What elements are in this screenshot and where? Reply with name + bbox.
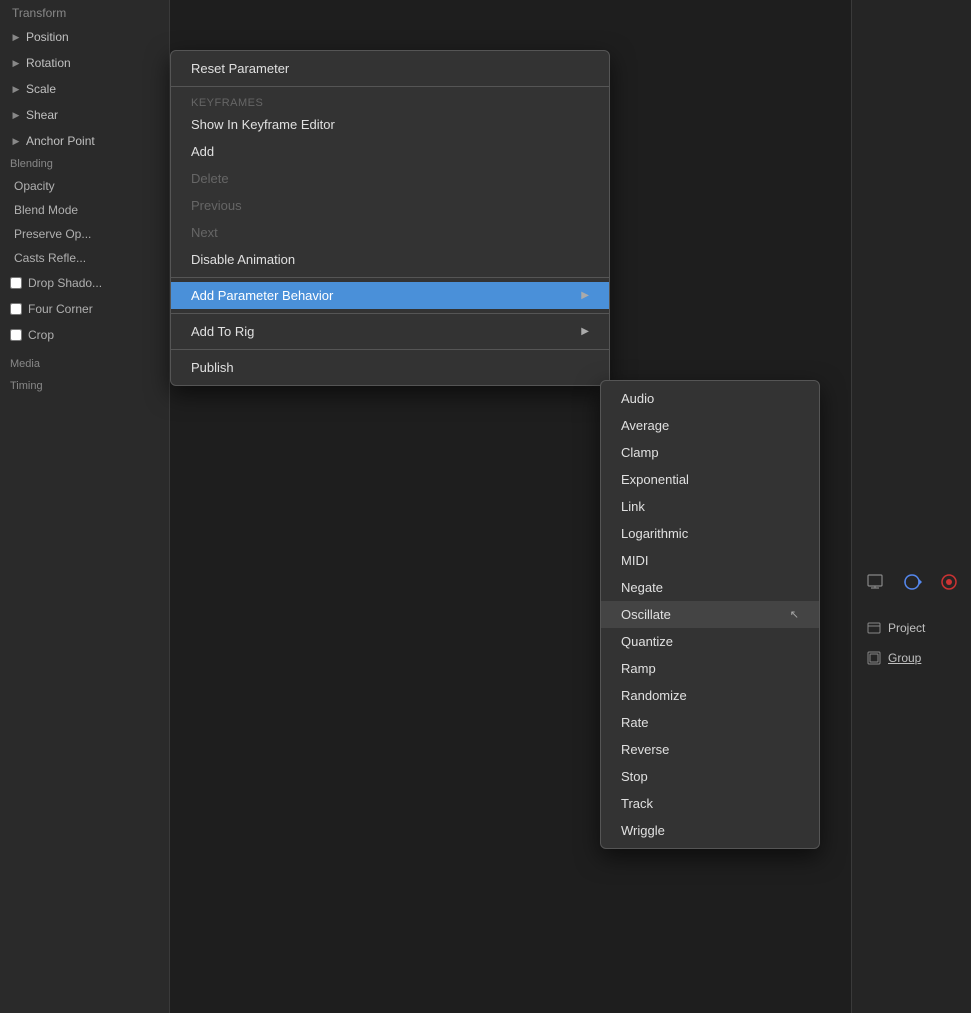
- context-menu-sub: Audio Average Clamp Exponential Link Log…: [600, 380, 820, 849]
- right-panel: Project Group: [851, 0, 971, 1013]
- sub-randomize[interactable]: Randomize: [601, 682, 819, 709]
- panel-item-shear[interactable]: ▶ Shear: [0, 102, 169, 128]
- sub-quantize[interactable]: Quantize: [601, 628, 819, 655]
- four-corner-item[interactable]: Four Corner: [0, 296, 169, 322]
- shear-arrow: ▶: [10, 109, 22, 121]
- next-keyframe[interactable]: Next: [171, 219, 609, 246]
- panel-item-position[interactable]: ▶ Position: [0, 24, 169, 50]
- project-icon: [866, 620, 882, 636]
- position-arrow: ▶: [10, 31, 22, 43]
- show-keyframe-editor[interactable]: Show In Keyframe Editor: [171, 111, 609, 138]
- previous-keyframe[interactable]: Previous: [171, 192, 609, 219]
- anchor-arrow: ▶: [10, 135, 22, 147]
- submenu-arrow-behavior: ▶: [581, 290, 589, 301]
- group-icon: [866, 650, 882, 666]
- drop-shadow-checkbox[interactable]: [10, 277, 22, 289]
- sub-exponential[interactable]: Exponential: [601, 466, 819, 493]
- loop-icon[interactable]: [898, 568, 926, 596]
- separator-2: [171, 277, 609, 278]
- timing-section: Timing: [0, 376, 169, 396]
- sub-logarithmic[interactable]: Logarithmic: [601, 520, 819, 547]
- blend-mode-item[interactable]: Blend Mode: [0, 198, 169, 222]
- sub-reverse[interactable]: Reverse: [601, 736, 819, 763]
- right-panel-items: Project Group: [852, 614, 971, 672]
- panel-item-rotation[interactable]: ▶ Rotation: [0, 50, 169, 76]
- sub-average[interactable]: Average: [601, 412, 819, 439]
- sub-track[interactable]: Track: [601, 790, 819, 817]
- left-panel: Transform ▶ Position ▶ Rotation ▶ Scale …: [0, 0, 170, 1013]
- publish[interactable]: Publish: [171, 354, 609, 381]
- separator-1: [171, 86, 609, 87]
- sub-link[interactable]: Link: [601, 493, 819, 520]
- group-item[interactable]: Group: [856, 644, 967, 672]
- reset-parameter[interactable]: Reset Parameter: [171, 55, 609, 82]
- crop-item[interactable]: Crop: [0, 322, 169, 348]
- delete-keyframe[interactable]: Delete: [171, 165, 609, 192]
- sub-negate[interactable]: Negate: [601, 574, 819, 601]
- keyframes-section-label: KEYFRAMES: [171, 91, 609, 111]
- cursor-indicator: ↖: [790, 608, 799, 621]
- monitor-icon[interactable]: [861, 568, 889, 596]
- disable-animation[interactable]: Disable Animation: [171, 246, 609, 273]
- sub-oscillate[interactable]: Oscillate ↖: [601, 601, 819, 628]
- transform-title: Transform: [0, 0, 169, 24]
- sub-wriggle[interactable]: Wriggle: [601, 817, 819, 844]
- submenu-arrow-rig: ▶: [581, 326, 589, 337]
- panel-item-anchor-point[interactable]: ▶ Anchor Point: [0, 128, 169, 154]
- opacity-item[interactable]: Opacity: [0, 174, 169, 198]
- right-panel-icons: [852, 560, 971, 604]
- crop-checkbox[interactable]: [10, 329, 22, 341]
- add-to-rig[interactable]: Add To Rig ▶: [171, 318, 609, 345]
- project-item[interactable]: Project: [856, 614, 967, 642]
- scale-arrow: ▶: [10, 83, 22, 95]
- sub-rate[interactable]: Rate: [601, 709, 819, 736]
- separator-3: [171, 313, 609, 314]
- rotation-arrow: ▶: [10, 57, 22, 69]
- separator-4: [171, 349, 609, 350]
- casts-item[interactable]: Casts Refle...: [0, 246, 169, 270]
- sub-stop[interactable]: Stop: [601, 763, 819, 790]
- four-corner-checkbox[interactable]: [10, 303, 22, 315]
- record-icon[interactable]: [935, 568, 963, 596]
- blending-section: Blending: [0, 154, 169, 174]
- sub-audio[interactable]: Audio: [601, 385, 819, 412]
- preserve-item[interactable]: Preserve Op...: [0, 222, 169, 246]
- add-parameter-behavior[interactable]: Add Parameter Behavior ▶: [171, 282, 609, 309]
- sub-midi[interactable]: MIDI: [601, 547, 819, 574]
- panel-item-scale[interactable]: ▶ Scale: [0, 76, 169, 102]
- add-keyframe[interactable]: Add: [171, 138, 609, 165]
- drop-shadow-item[interactable]: Drop Shado...: [0, 270, 169, 296]
- media-section: Media: [0, 354, 169, 374]
- context-menu-main: Reset Parameter KEYFRAMES Show In Keyfra…: [170, 50, 610, 386]
- sub-ramp[interactable]: Ramp: [601, 655, 819, 682]
- sub-clamp[interactable]: Clamp: [601, 439, 819, 466]
